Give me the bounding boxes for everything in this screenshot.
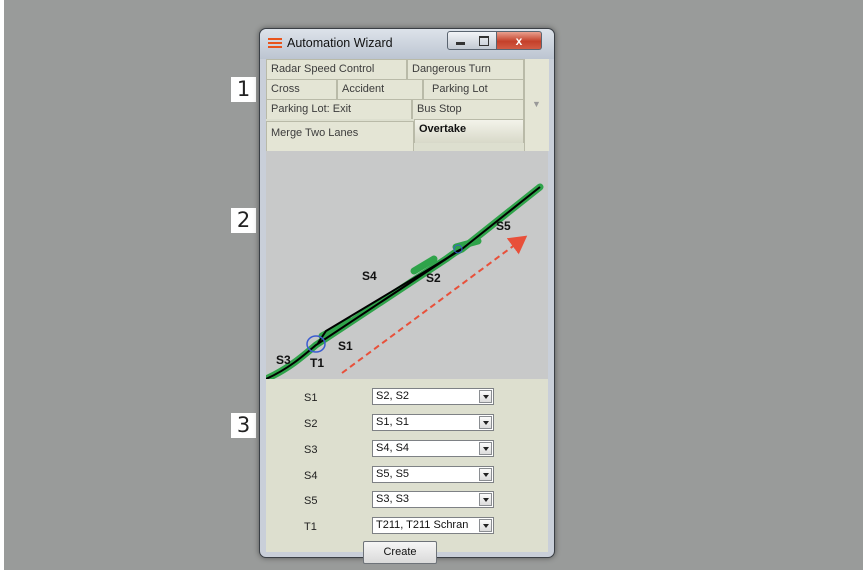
s2-select[interactable]: S1, S1 [372,414,494,431]
field-label: T1 [304,521,317,533]
highlighted-segments [266,183,544,379]
field-label: S5 [304,495,318,507]
overtake-diagram: S1 S2 S3 S4 S5 T1 [266,151,548,379]
tab-parking-lot-exit[interactable]: Parking Lot: Exit [266,99,412,119]
title-bar[interactable]: Automation Wizard x [260,29,554,59]
wizard-client-area: Radar Speed Control Dangerous Turn Cross… [266,59,549,564]
select-value: S3, S3 [376,493,410,505]
field-row-s3: S3 S4, S4 [266,440,548,460]
tab-radar-speed-control[interactable]: Radar Speed Control [266,59,407,79]
callout-3: 3 [231,413,256,438]
select-value: S2, S2 [376,390,410,402]
field-row-s1: S1 S2, S2 [266,388,548,408]
scenario-tabs: Radar Speed Control Dangerous Turn Cross… [266,59,549,151]
select-value: S5, S5 [376,468,410,480]
field-row-t1: T1 T211, T211 Schran [266,517,548,537]
road-diagram-svg: S1 S2 S3 S4 S5 T1 [266,183,544,379]
label-s1: S1 [338,339,353,353]
chevron-down-icon[interactable] [479,390,492,403]
callout-2: 2 [231,208,256,233]
desktop-background: 1 2 3 4 Automation Wizard x Radar Speed … [4,0,863,570]
chevron-down-icon[interactable] [479,519,492,532]
app-icon [268,38,282,50]
minimize-icon [455,42,465,45]
tab-accident[interactable]: Accident [337,79,423,99]
s3-select[interactable]: S4, S4 [372,440,494,457]
select-value: S4, S4 [376,442,410,454]
label-t1: T1 [310,356,324,370]
field-label: S1 [304,392,318,404]
s1-select[interactable]: S2, S2 [372,388,494,405]
tab-scroll-button[interactable]: ▼ [524,59,549,151]
label-s5: S5 [496,219,511,233]
field-row-s5: S5 S3, S3 [266,491,548,511]
field-row-s2: S2 S1, S1 [266,414,548,434]
window-title: Automation Wizard [287,36,393,50]
maximize-icon [479,35,489,46]
field-row-s4: S4 S5, S5 [266,466,548,486]
field-label: S2 [304,418,318,430]
automation-wizard-window: Automation Wizard x Radar Speed Control … [259,28,555,564]
tab-merge-two-lanes[interactable]: Merge Two Lanes [266,121,414,151]
select-value: S1, S1 [376,416,410,428]
s4-select[interactable]: S5, S5 [372,466,494,483]
label-s2: S2 [426,271,441,285]
close-button[interactable]: x [497,31,542,50]
select-value: T211, T211 Schran [376,519,469,531]
maximize-button[interactable] [472,31,497,50]
chevron-down-icon: ▼ [532,99,541,109]
minimize-button[interactable] [447,31,473,50]
label-s4: S4 [362,269,377,283]
create-button[interactable]: Create [363,541,437,564]
tab-bus-stop[interactable]: Bus Stop [412,99,524,119]
segment-mapping-form: S1 S2, S2 S2 S1, S1 S3 S4, S4 S4 S5, S5 … [266,379,548,564]
close-icon: x [515,33,523,48]
tab-cross[interactable]: Cross [266,79,337,99]
s5-select[interactable]: S3, S3 [372,491,494,508]
tab-parking-lot[interactable]: Parking Lot [423,79,524,99]
callout-1: 1 [231,77,256,102]
t1-select[interactable]: T211, T211 Schran [372,517,494,534]
chevron-down-icon[interactable] [479,468,492,481]
tab-overtake[interactable]: Overtake [414,119,524,143]
tab-dangerous-turn[interactable]: Dangerous Turn [407,59,524,79]
field-label: S3 [304,444,318,456]
chevron-down-icon[interactable] [479,442,492,455]
chevron-down-icon[interactable] [479,416,492,429]
chevron-down-icon[interactable] [479,493,492,506]
field-label: S4 [304,470,318,482]
label-s3: S3 [276,353,291,367]
